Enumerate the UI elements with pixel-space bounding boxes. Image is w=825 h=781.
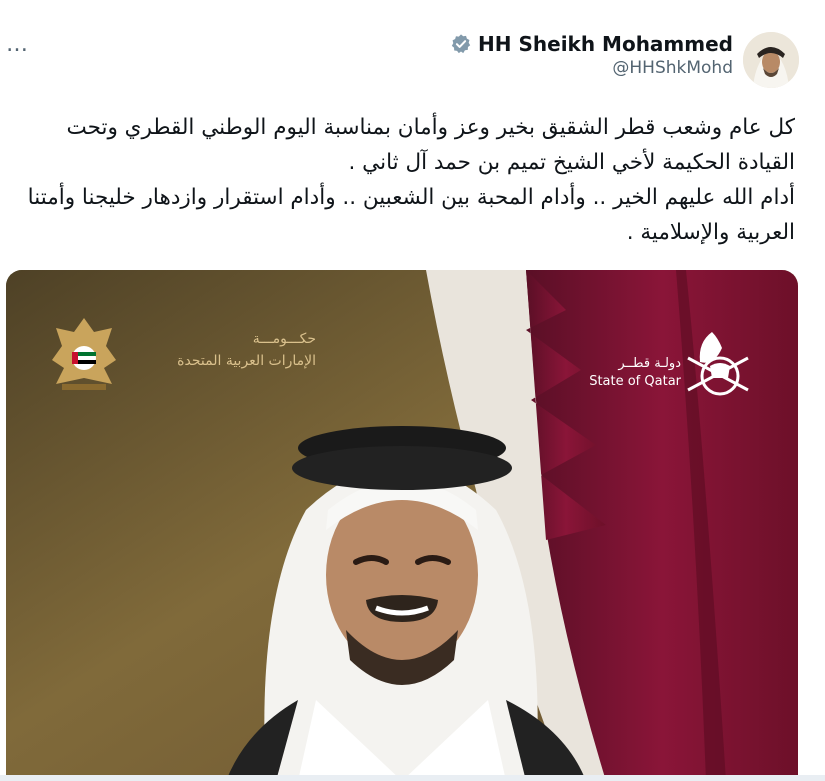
display-name: HH Sheikh Mohammed bbox=[478, 32, 733, 56]
tweet-author[interactable]: HH Sheikh Mohammed @HHShkMohd bbox=[450, 32, 799, 88]
qatar-english: State of Qatar bbox=[589, 374, 681, 389]
media-artwork bbox=[6, 270, 798, 781]
uae-government-text: حكـــومـــة الإمارات العربية المتحدة bbox=[136, 328, 316, 372]
tweet-media-image[interactable]: حكـــومـــة الإمارات العربية المتحدة دول… bbox=[6, 270, 798, 781]
qatar-arabic: دولـة قطــر bbox=[618, 356, 681, 371]
tweet-text: كل عام وشعب قطر الشقيق بخير وعز وأمان بم… bbox=[27, 115, 795, 245]
verified-badge-icon bbox=[451, 34, 471, 54]
state-of-qatar-text: دولـة قطــر State of Qatar bbox=[589, 355, 681, 391]
author-handle[interactable]: @HHShkMohd bbox=[450, 58, 733, 78]
uae-line2: الإمارات العربية المتحدة bbox=[177, 353, 316, 369]
more-options-icon[interactable]: … bbox=[6, 32, 29, 57]
uae-line1: حكـــومـــة bbox=[252, 331, 316, 347]
bottom-divider bbox=[0, 775, 825, 781]
avatar[interactable] bbox=[743, 32, 799, 88]
author-names: HH Sheikh Mohammed @HHShkMohd bbox=[450, 32, 733, 78]
avatar-portrait bbox=[743, 32, 799, 88]
display-name-row[interactable]: HH Sheikh Mohammed bbox=[450, 32, 733, 56]
